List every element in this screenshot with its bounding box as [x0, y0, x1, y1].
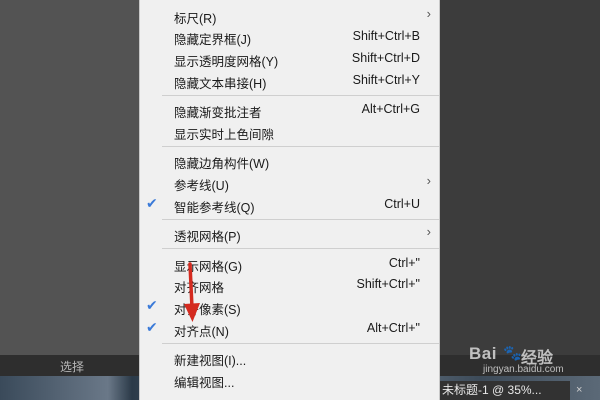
menu-separator — [162, 95, 439, 96]
chevron-right-icon: › — [426, 173, 431, 188]
menu-item-label: 参考线(U) — [174, 179, 229, 193]
menu-item-guides[interactable]: 参考线(U) › — [140, 171, 439, 193]
menu-item-label: 编辑视图... — [174, 376, 235, 390]
menu-item-perspective-grid[interactable]: 透视网格(P) › — [140, 222, 439, 244]
menu-item-label: 新建视图(I)... — [174, 354, 247, 368]
menu-item-hide-text-threads[interactable]: 隐藏文本串接(H) Shift+Ctrl+Y — [140, 69, 439, 91]
menu-item-shortcut: Alt+Ctrl+G — [361, 102, 420, 116]
menu-item-shortcut: Ctrl+" — [388, 256, 420, 270]
menu-item-label: 隐藏文本串接(H) — [174, 77, 267, 91]
menu-item-edit-views[interactable]: 编辑视图... — [140, 368, 439, 390]
menu-item-label: 显示实时上色间隙 — [174, 128, 275, 142]
menu-item-hide-corner-widget[interactable]: 隐藏边角构件(W) — [140, 149, 439, 171]
menu-item-label: 透视网格(P) — [174, 230, 241, 244]
checkmark-icon: ✔ — [146, 297, 158, 313]
menu-item-label: 智能参考线(Q) — [174, 201, 255, 215]
select-panel-label[interactable]: 选择 — [60, 358, 84, 375]
menu-separator — [162, 248, 439, 249]
menu-item-smart-guides[interactable]: ✔ 智能参考线(Q) Ctrl+U — [140, 193, 439, 215]
menu-item-shortcut: Shift+Ctrl+B — [352, 29, 420, 43]
menu-item-shortcut: Shift+Ctrl+Y — [352, 73, 420, 87]
checkmark-icon: ✔ — [146, 195, 158, 211]
red-arrow-annotation — [184, 262, 200, 322]
checkmark-icon: ✔ — [146, 319, 158, 335]
menu-item-transparency-grid[interactable]: 显示透明度网格(Y) Shift+Ctrl+D — [140, 47, 439, 69]
menu-item-hide-bounding-box[interactable]: 隐藏定界框(J) Shift+Ctrl+B — [140, 25, 439, 47]
menu-item-hide-gradient-annotator[interactable]: 隐藏渐变批注者 Alt+Ctrl+G — [140, 98, 439, 120]
workspace-right — [440, 0, 600, 355]
view-menu: 标尺(R) › 隐藏定界框(J) Shift+Ctrl+B 显示透明度网格(Y)… — [139, 0, 440, 400]
workspace-left — [0, 0, 139, 355]
chevron-right-icon: › — [426, 6, 431, 21]
watermark-logo: Bai — [469, 344, 497, 363]
chevron-right-icon: › — [426, 224, 431, 239]
menu-item-label: 隐藏边角构件(W) — [174, 157, 270, 171]
menu-item-shortcut: Shift+Ctrl+D — [351, 51, 420, 65]
menu-item-shortcut: Alt+Ctrl+" — [366, 321, 420, 335]
paw-icon: 🐾 — [503, 345, 522, 362]
menu-item-label: 隐藏定界框(J) — [174, 33, 252, 47]
menu-item-label: 隐藏渐变批注者 — [174, 106, 262, 120]
menu-separator — [162, 343, 439, 344]
menu-item-ruler[interactable]: 标尺(R) › — [140, 4, 439, 26]
watermark-url: jingyan.baidu.com — [483, 364, 564, 375]
menu-separator — [162, 219, 439, 220]
menu-item-shortcut: Shift+Ctrl+" — [356, 277, 421, 291]
watermark: Bai 🐾 经验 jingyan.baidu.com — [455, 340, 595, 388]
menu-item-new-view[interactable]: 新建视图(I)... — [140, 346, 439, 368]
menu-item-label: 显示透明度网格(Y) — [174, 55, 279, 69]
menu-separator — [162, 146, 439, 147]
menu-item-shortcut: Ctrl+U — [384, 197, 420, 211]
menu-item-live-paint-gaps[interactable]: 显示实时上色间隙 — [140, 120, 439, 142]
